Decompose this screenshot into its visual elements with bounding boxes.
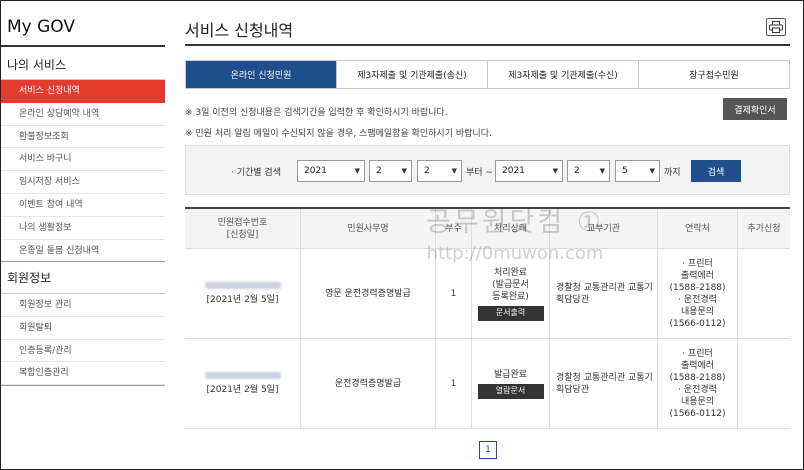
affair-name: 운전경력증명발급: [300, 339, 435, 428]
receipt-date: [2021년 2월 5일]: [206, 384, 279, 395]
sidebar-item-service-history[interactable]: 서비스 신청내역: [1, 80, 165, 103]
page-title: 서비스 신청내역: [185, 21, 294, 40]
header-copies: 부수: [435, 209, 471, 248]
status-text: (발급문서: [492, 279, 529, 290]
printer-icon: [769, 21, 783, 33]
sidebar-item-service-basket[interactable]: 서비스 바구니: [1, 148, 165, 172]
from-label: 부터 ~: [466, 168, 493, 178]
header-receipt-date: [신청일]: [226, 229, 259, 240]
sidebar-item-online-consult[interactable]: 온라인 상담예약 내역: [1, 103, 165, 126]
to-month-select[interactable]: 2: [567, 160, 610, 182]
member-menu: 회원정보 관리 회원탈퇴 인증등록/관리 복합인증관리: [1, 293, 165, 386]
section-title-member-info: 회원정보: [7, 271, 52, 285]
search-label: · 기간별 검색: [231, 168, 281, 178]
contact-line: · 운전경력: [678, 384, 717, 395]
receipt-date: [2021년 2월 5일]: [206, 294, 279, 305]
divider: [185, 44, 790, 46]
divider: [1, 385, 165, 386]
contact-line: 내용문의: [680, 306, 715, 317]
tab-counter-application[interactable]: 창구접수민원: [638, 61, 789, 88]
history-table: 민원접수번호 [신청일] 민원사무명 부수 처리상태 교부기관 연락처 추가신청…: [185, 207, 790, 429]
divider: [1, 261, 165, 262]
status-text: 등록완료): [492, 291, 529, 302]
sidebar-item-life-info[interactable]: 나의 생활정보: [1, 217, 165, 240]
affair-name: 영문 운전경력증명발급: [300, 249, 435, 338]
tab-third-party-received[interactable]: 제3자제출 및 기관제출(수신): [487, 61, 638, 88]
status-text: 처리완료: [493, 267, 528, 278]
redacted-receipt-number[interactable]: [204, 281, 281, 289]
section-title-my-services: 나의 서비스: [7, 58, 67, 72]
search-button[interactable]: 검색: [691, 160, 741, 182]
contact-cell: · 프린터 출력에러 (1588-2188) · 운전경력 내용문의 (1566…: [657, 249, 737, 338]
sidebar: My GOV 나의 서비스 서비스 신청내역 온라인 상담예약 내역 환불정보조…: [1, 1, 165, 468]
contact-line: (1588-2188): [669, 372, 726, 383]
sidebar-item-multi-auth[interactable]: 복합인증관리: [1, 362, 165, 386]
from-day-select[interactable]: 2: [417, 160, 462, 182]
table-row: [2021년 2월 5일] 운전경력증명발급 1 발급완료 열람문서 경찰청 교…: [185, 339, 790, 429]
status-cell: 처리완료 (발급문서 등록완료) 문서출력: [471, 249, 549, 338]
sidebar-item-care-history[interactable]: 온종일 돌봄 신청내역: [1, 240, 165, 263]
table-row: [2021년 2월 5일] 영문 운전경력증명발급 1 처리완료 (발급문서 등…: [185, 249, 790, 339]
contact-line: · 운전경력: [678, 294, 717, 305]
to-day-select[interactable]: 5: [615, 160, 660, 182]
receipt-cell: [2021년 2월 5일]: [185, 249, 300, 338]
divider: [1, 45, 165, 47]
print-button[interactable]: [766, 18, 786, 36]
copies-count: 1: [435, 249, 471, 338]
contact-line: 출력에러: [680, 270, 715, 281]
tab-bar: 온라인 신청민원 제3자제출 및 기관제출(송신) 제3자제출 및 기관제출(수…: [185, 60, 790, 89]
contact-line: (1566-0112): [669, 408, 726, 419]
contact-line: · 프린터: [682, 258, 713, 269]
agency-name: 경찰청 교통관리관 교통기획담당관: [549, 249, 657, 338]
from-year-select[interactable]: 2021: [297, 160, 365, 182]
from-month-select[interactable]: 2: [369, 160, 412, 182]
sidebar-item-temp-saved[interactable]: 임시저장 서비스: [1, 171, 165, 194]
header-status: 처리상태: [471, 209, 549, 248]
brand-title[interactable]: My GOV: [7, 17, 75, 37]
sidebar-item-refund-info[interactable]: 환불정보조회: [1, 126, 165, 149]
contact-line: (1566-0112): [669, 318, 726, 329]
sidebar-item-cert-manage[interactable]: 인증등록/관리: [1, 340, 165, 363]
sidebar-item-event-history[interactable]: 이벤트 참여 내역: [1, 194, 165, 217]
agency-name: 경찰청 교통관리관 교통기획담당관: [549, 339, 657, 428]
contact-line: (1588-2188): [669, 282, 726, 293]
header-agency: 교부기관: [549, 209, 657, 248]
tab-third-party-sent[interactable]: 제3자제출 및 기관제출(송신): [336, 61, 487, 88]
to-label: 까지: [664, 168, 681, 178]
to-year-select[interactable]: 2021: [495, 160, 563, 182]
contact-cell: · 프린터 출력에러 (1588-2188) · 운전경력 내용문의 (1566…: [657, 339, 737, 428]
header-contact: 연락처: [657, 209, 737, 248]
pagination-page-1[interactable]: 1: [479, 441, 497, 459]
header-affair: 민원사무명: [300, 209, 435, 248]
view-document-button[interactable]: 열람문서: [477, 383, 544, 399]
extra-cell: [737, 339, 790, 428]
print-document-button[interactable]: 문서출력: [477, 305, 544, 321]
search-panel: · 기간별 검색 2021 2 2 부터 ~ 2021 2 5 까지 검색: [185, 145, 790, 195]
status-cell: 발급완료 열람문서: [471, 339, 549, 428]
table-header: 민원접수번호 [신청일] 민원사무명 부수 처리상태 교부기관 연락처 추가신청: [185, 209, 790, 249]
status-text: 발급완료: [493, 369, 528, 380]
contact-line: · 프린터: [682, 348, 713, 359]
my-services-menu: 서비스 신청내역 온라인 상담예약 내역 환불정보조회 서비스 바구니 임시저장…: [1, 79, 165, 263]
redacted-receipt-number[interactable]: [204, 371, 281, 379]
main-content: 서비스 신청내역 온라인 신청민원 제3자제출 및 기관제출(송신) 제3자제출…: [185, 0, 790, 470]
header-extra: 추가신청: [737, 209, 790, 248]
sidebar-item-member-manage[interactable]: 회원정보 관리: [1, 294, 165, 317]
contact-line: 내용문의: [680, 396, 715, 407]
receipt-cell: [2021년 2월 5일]: [185, 339, 300, 428]
notice-text: ※ 3일 이전의 신청내용은 검색기간을 입력한 후 확인하시기 바랍니다.: [185, 108, 448, 118]
payment-confirm-button[interactable]: 결제확인서: [723, 98, 787, 120]
header-receipt-no: 민원접수번호: [217, 217, 268, 228]
notice-text: ※ 민원 처리 알림 메일이 수신되지 않을 경우, 스팸메일함을 확인하시기 …: [185, 129, 492, 139]
sidebar-item-withdraw[interactable]: 회원탈퇴: [1, 317, 165, 340]
extra-cell: [737, 249, 790, 338]
copies-count: 1: [435, 339, 471, 428]
header-receipt: 민원접수번호 [신청일]: [185, 209, 300, 248]
contact-line: 출력에러: [680, 360, 715, 371]
tab-online-application[interactable]: 온라인 신청민원: [186, 61, 336, 88]
